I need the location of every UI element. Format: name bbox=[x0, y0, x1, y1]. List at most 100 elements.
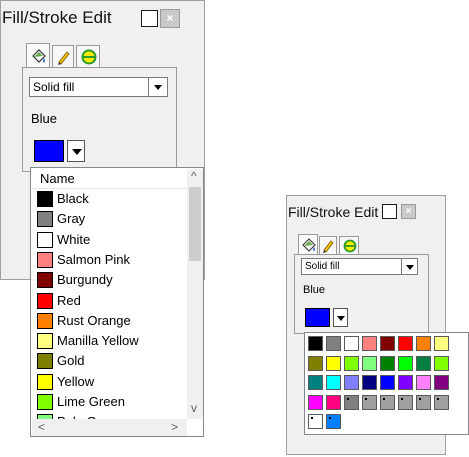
color-grid-cell[interactable] bbox=[344, 355, 359, 371]
custom-color-marker bbox=[311, 417, 313, 419]
close-button[interactable]: × bbox=[160, 9, 180, 28]
custom-color-marker bbox=[365, 397, 367, 400]
color-grid-cell[interactable] bbox=[380, 394, 395, 410]
chevron-down-icon[interactable] bbox=[67, 140, 85, 162]
color-grid-cell[interactable] bbox=[344, 394, 359, 410]
fill-type-select[interactable]: Solid fill bbox=[301, 258, 418, 275]
color-grid-cell[interactable] bbox=[362, 355, 377, 371]
scroll-thumb[interactable] bbox=[189, 187, 201, 261]
color-grid-cell[interactable] bbox=[326, 414, 341, 429]
color-name: White bbox=[57, 231, 91, 247]
color-name: Yellow bbox=[57, 373, 95, 389]
color-grid-cell[interactable] bbox=[326, 394, 341, 410]
scroll-right-icon[interactable]: > bbox=[171, 420, 178, 434]
fill-stroke-icon bbox=[81, 49, 97, 65]
list-item[interactable]: Gray bbox=[32, 209, 187, 229]
color-swatch bbox=[37, 231, 53, 248]
color-swatch bbox=[37, 333, 53, 350]
color-grid-cell[interactable] bbox=[416, 394, 431, 410]
list-item[interactable]: Lime Green bbox=[32, 392, 187, 412]
color-grid-cell[interactable] bbox=[326, 355, 341, 371]
maximize-button[interactable] bbox=[382, 204, 397, 219]
color-swatch bbox=[37, 312, 53, 329]
color-picker-button[interactable] bbox=[303, 306, 353, 330]
list-item[interactable]: Red bbox=[32, 291, 187, 311]
fill-type-value: Solid fill bbox=[33, 80, 75, 94]
tab-fill[interactable] bbox=[298, 234, 318, 254]
color-grid-cell[interactable] bbox=[362, 394, 377, 410]
color-name: Gold bbox=[57, 353, 85, 369]
color-grid-cell[interactable] bbox=[308, 394, 323, 410]
color-grid-cell[interactable] bbox=[362, 375, 377, 390]
color-grid-cell[interactable] bbox=[416, 355, 431, 371]
color-swatch bbox=[37, 373, 53, 390]
horizontal-scrollbar[interactable]: < > bbox=[32, 419, 187, 436]
color-picker-button[interactable] bbox=[31, 137, 89, 165]
color-grid-cell[interactable] bbox=[344, 336, 359, 351]
fill-type-select[interactable]: Solid fill bbox=[29, 77, 168, 97]
tab-stroke[interactable] bbox=[52, 45, 74, 67]
color-grid-cell[interactable] bbox=[434, 336, 449, 351]
color-grid-cell[interactable] bbox=[344, 375, 359, 390]
color-grid-cell[interactable] bbox=[308, 375, 323, 390]
color-grid-cell[interactable] bbox=[398, 375, 413, 390]
list-item[interactable]: White bbox=[32, 230, 187, 250]
custom-color-marker bbox=[419, 397, 421, 400]
list-item[interactable]: Manilla Yellow bbox=[32, 331, 187, 351]
vertical-scrollbar[interactable]: ^ v bbox=[187, 169, 203, 419]
color-swatch bbox=[37, 251, 53, 268]
list-item[interactable]: Rust Orange bbox=[32, 311, 187, 331]
custom-color-marker bbox=[329, 417, 331, 419]
tab-stroke[interactable] bbox=[319, 236, 337, 254]
chevron-down-icon[interactable] bbox=[333, 308, 348, 327]
list-item[interactable]: Salmon Pink bbox=[32, 250, 187, 270]
color-grid-cell[interactable] bbox=[398, 336, 413, 351]
scroll-down-icon[interactable]: v bbox=[191, 401, 197, 415]
color-list[interactable]: Name Black Gray White Salmon Pink Burgundy Re… bbox=[30, 167, 204, 437]
color-grid-cell[interactable] bbox=[434, 375, 449, 390]
tab-fill[interactable] bbox=[26, 43, 50, 67]
color-grid-cell[interactable] bbox=[326, 375, 341, 390]
color-grid-cell[interactable] bbox=[326, 336, 341, 351]
maximize-button[interactable] bbox=[141, 10, 158, 27]
color-grid-popup[interactable] bbox=[304, 332, 469, 435]
tab-fill-stroke[interactable] bbox=[339, 236, 359, 254]
color-grid-cell[interactable] bbox=[380, 375, 395, 390]
color-name: Salmon Pink bbox=[57, 251, 130, 267]
color-grid-cell[interactable] bbox=[308, 355, 323, 371]
color-swatch bbox=[37, 353, 53, 370]
color-grid-cell[interactable] bbox=[434, 355, 449, 371]
color-grid-cell[interactable] bbox=[380, 355, 395, 371]
list-item[interactable]: Burgundy bbox=[32, 270, 187, 290]
list-item[interactable]: Gold bbox=[32, 351, 187, 371]
color-grid-cell[interactable] bbox=[380, 336, 395, 351]
color-grid-cell[interactable] bbox=[398, 394, 413, 410]
color-grid-cell[interactable] bbox=[362, 336, 377, 351]
color-grid-cell[interactable] bbox=[308, 414, 323, 429]
color-grid-cell[interactable] bbox=[416, 375, 431, 390]
list-item[interactable]: Black bbox=[32, 189, 187, 209]
color-name: Burgundy bbox=[57, 272, 113, 288]
color-name-label: Blue bbox=[303, 284, 326, 296]
color-name: Lime Green bbox=[57, 394, 125, 409]
scroll-left-icon[interactable]: < bbox=[38, 420, 45, 434]
chevron-down-icon[interactable] bbox=[148, 78, 167, 96]
list-item[interactable]: Yellow bbox=[32, 372, 187, 392]
color-grid-cell[interactable] bbox=[416, 336, 431, 351]
custom-color-marker bbox=[347, 397, 349, 400]
color-swatch bbox=[37, 191, 53, 207]
color-swatch bbox=[37, 211, 53, 228]
color-grid-cell[interactable] bbox=[398, 355, 413, 371]
color-grid-cell[interactable] bbox=[308, 336, 323, 351]
color-swatch bbox=[37, 272, 53, 289]
tab-fill-stroke[interactable] bbox=[76, 45, 100, 67]
close-button[interactable]: × bbox=[401, 204, 416, 219]
scroll-up-icon[interactable]: ^ bbox=[191, 169, 197, 183]
paint-bucket-icon bbox=[302, 238, 316, 252]
color-name: Manilla Yellow bbox=[57, 333, 139, 349]
color-grid-cell[interactable] bbox=[434, 394, 449, 410]
current-color-swatch bbox=[34, 140, 64, 162]
fill-type-value: Solid fill bbox=[305, 261, 340, 272]
color-swatch bbox=[37, 292, 53, 309]
chevron-down-icon[interactable] bbox=[401, 259, 417, 274]
